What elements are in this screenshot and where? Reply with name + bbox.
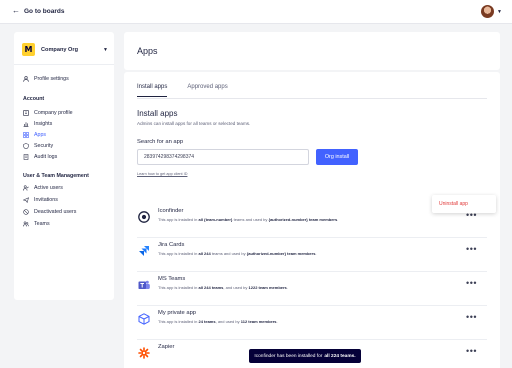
go-to-boards-label: Go to boards bbox=[24, 7, 65, 15]
more-options-icon[interactable]: ••• bbox=[466, 313, 477, 322]
org-switcher[interactable]: M Company Org ▼ bbox=[22, 43, 108, 56]
search-label: Search for an app bbox=[137, 139, 184, 145]
app-description: This app is installed in all 244 teams, … bbox=[158, 285, 288, 290]
sidebar-item-active-users[interactable]: Active users bbox=[23, 185, 63, 191]
app-description: This app is installed in 24 teams, and u… bbox=[158, 319, 278, 324]
sidebar-item-audit-logs[interactable]: Audit logs bbox=[23, 154, 57, 160]
app-name: MS Teams bbox=[158, 276, 186, 282]
app-search-input[interactable] bbox=[137, 149, 309, 165]
app-name: Jira Cards bbox=[158, 242, 185, 248]
account-menu[interactable]: ▼ bbox=[481, 5, 502, 18]
avatar bbox=[481, 5, 495, 18]
sidebar-item-insights[interactable]: Insights bbox=[23, 121, 52, 127]
go-to-boards-link[interactable]: ← Go to boards bbox=[12, 7, 64, 15]
user-icon bbox=[23, 76, 29, 82]
sidebar-item-security[interactable]: Security bbox=[23, 143, 53, 149]
sidebar-item-apps[interactable]: Apps bbox=[23, 132, 46, 138]
sidebar-item-label: Company profile bbox=[34, 110, 73, 116]
sidebar: M Company Org ▼ Profile settings Account… bbox=[14, 32, 114, 300]
sidebar-item-label: Teams bbox=[34, 221, 50, 227]
sidebar-item-label: Deactivated users bbox=[34, 209, 77, 215]
divider bbox=[137, 98, 487, 99]
toast-text: Iconfinder has been installed for bbox=[254, 353, 323, 359]
sidebar-item-profile-settings[interactable]: Profile settings bbox=[23, 76, 69, 82]
sidebar-item-label: Profile settings bbox=[34, 76, 69, 82]
install-apps-heading: Install apps bbox=[137, 109, 178, 118]
install-toast: Iconfinder has been installed for all 224… bbox=[249, 349, 361, 363]
building-icon bbox=[23, 110, 29, 116]
sidebar-item-label: Audit logs bbox=[34, 154, 58, 160]
send-icon bbox=[23, 197, 29, 203]
iconfinder-logo-icon bbox=[137, 210, 150, 223]
user-check-icon bbox=[23, 185, 29, 191]
list-item: My private app This app is installed in … bbox=[137, 306, 487, 340]
app-name: Iconfinder bbox=[158, 208, 184, 214]
chart-icon bbox=[23, 121, 29, 127]
sidebar-item-invitations[interactable]: Invitations bbox=[23, 197, 58, 203]
jira-logo-icon bbox=[137, 244, 150, 257]
org-install-button[interactable]: Org install bbox=[316, 149, 358, 165]
account-section-title: Account bbox=[23, 96, 45, 102]
apps-panel: Install apps Approved apps Install apps … bbox=[124, 72, 500, 368]
app-description: This app is installed in all 244 teams a… bbox=[158, 251, 317, 256]
list-item: MS Teams This app is installed in all 24… bbox=[137, 272, 487, 306]
tab-approved-apps[interactable]: Approved apps bbox=[187, 84, 227, 97]
divider bbox=[14, 64, 114, 65]
sidebar-item-label: Active users bbox=[34, 185, 63, 191]
back-arrow-icon: ← bbox=[12, 6, 20, 15]
tabs: Install apps Approved apps bbox=[137, 84, 228, 97]
app-name: Zapier bbox=[158, 344, 175, 350]
chevron-down-icon: ▼ bbox=[497, 8, 502, 15]
sidebar-item-label: Security bbox=[34, 143, 54, 149]
toast-bold-text: all 224 teams. bbox=[324, 353, 356, 359]
document-icon bbox=[23, 154, 29, 160]
page-header: Apps bbox=[124, 32, 500, 70]
shield-icon bbox=[23, 143, 29, 149]
app-context-menu: Uninstall app bbox=[432, 195, 496, 213]
org-name: Company Org bbox=[41, 46, 78, 53]
tab-install-apps[interactable]: Install apps bbox=[137, 84, 168, 97]
page-title: Apps bbox=[137, 46, 158, 56]
more-options-icon[interactable]: ••• bbox=[466, 245, 477, 254]
management-section-title: User & Team Management bbox=[23, 173, 89, 179]
list-item: Jira Cards This app is installed in all … bbox=[137, 238, 487, 272]
miro-logo-icon: M bbox=[22, 43, 35, 56]
uninstall-app-menu-item[interactable]: Uninstall app bbox=[439, 201, 468, 207]
sidebar-item-deactivated-users[interactable]: Deactivated users bbox=[23, 209, 76, 215]
sidebar-item-label: Insights bbox=[34, 121, 53, 127]
app-name: My private app bbox=[158, 310, 197, 316]
ms-teams-logo-icon bbox=[137, 278, 150, 291]
sidebar-item-label: Invitations bbox=[34, 197, 58, 203]
sidebar-item-label: Apps bbox=[34, 132, 47, 138]
chevron-down-icon: ▼ bbox=[103, 46, 108, 53]
install-apps-description: Admins can install apps for all teams or… bbox=[137, 121, 251, 126]
user-x-icon bbox=[23, 209, 29, 215]
zapier-logo-icon bbox=[137, 346, 150, 359]
more-options-icon[interactable]: ••• bbox=[466, 279, 477, 288]
apps-grid-icon bbox=[23, 132, 29, 138]
more-options-icon[interactable]: ••• bbox=[466, 347, 477, 356]
app-description: This app is installed in all {team-numbe… bbox=[158, 217, 339, 222]
sidebar-item-teams[interactable]: Teams bbox=[23, 221, 50, 227]
users-icon bbox=[23, 221, 29, 227]
top-bar: ← Go to boards ▼ bbox=[0, 0, 512, 24]
sidebar-item-company-profile[interactable]: Company profile bbox=[23, 110, 73, 116]
cube-icon bbox=[137, 312, 150, 325]
client-id-help-link[interactable]: Learn how to get app client ID bbox=[137, 172, 187, 176]
